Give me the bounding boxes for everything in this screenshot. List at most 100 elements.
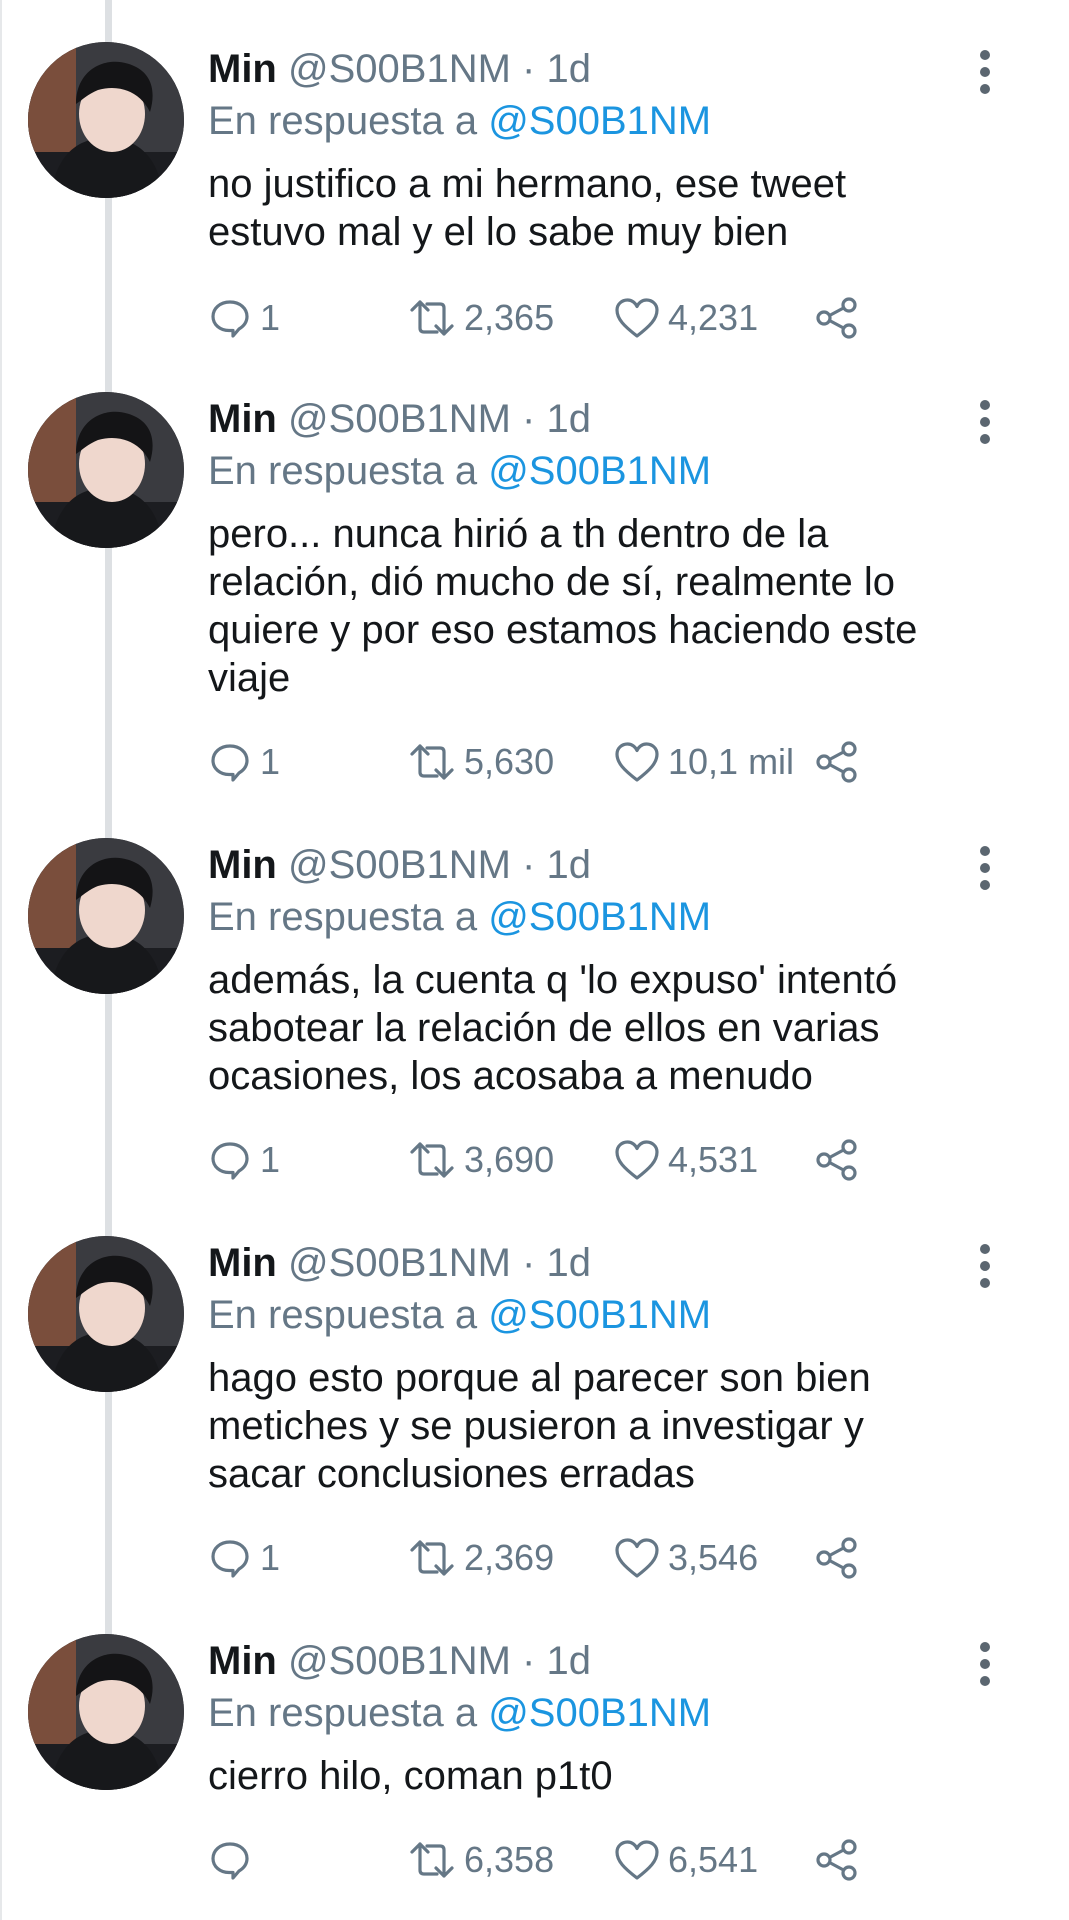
vertical-dots-menu-icon[interactable]	[970, 1642, 1000, 1686]
retweet-arrows-icon	[408, 1138, 456, 1182]
avatar[interactable]	[28, 838, 184, 994]
timestamp[interactable]: 1d	[547, 1639, 592, 1683]
retweet-count: 2,365	[464, 297, 555, 338]
author-handle[interactable]: @S00B1NM	[288, 397, 511, 441]
like-button[interactable]: 4,231	[614, 290, 758, 346]
tweet-header: Min @S00B1NM · 1d	[208, 396, 591, 442]
heart-icon	[614, 1138, 660, 1182]
timestamp[interactable]: 1d	[547, 843, 592, 887]
tweet-text: cierro hilo, coman p1t0	[208, 1752, 988, 1800]
reply-mention-link[interactable]: @S00B1NM	[488, 1293, 711, 1337]
avatar[interactable]	[28, 1634, 184, 1790]
speech-bubble-icon	[208, 740, 252, 784]
tweet-text-line: sacar conclusiones erradas	[208, 1452, 695, 1496]
reply-context: En respuesta a @S00B1NM	[208, 894, 711, 940]
tweet[interactable]: Min @S00B1NM · 1d En respuesta a @S00B1N…	[0, 796, 1069, 1194]
timestamp[interactable]: 1d	[547, 47, 592, 91]
retweet-count: 3,690	[464, 1139, 555, 1180]
tweet-text-line: viaje	[208, 656, 291, 700]
share-icon	[814, 295, 862, 341]
retweet-button[interactable]: 3,690	[408, 1132, 554, 1188]
like-count: 3,546	[668, 1537, 759, 1578]
retweet-button[interactable]: 2,369	[408, 1530, 554, 1586]
reply-mention-link[interactable]: @S00B1NM	[488, 895, 711, 939]
author-handle[interactable]: @S00B1NM	[288, 47, 511, 91]
reply-mention-link[interactable]: @S00B1NM	[488, 449, 711, 493]
tweet-actions: 1 5,630 10,1 mil	[208, 734, 888, 790]
vertical-dots-menu-icon[interactable]	[970, 400, 1000, 444]
reply-prefix: En respuesta a	[208, 1691, 478, 1735]
reply-mention-link[interactable]: @S00B1NM	[488, 1691, 711, 1735]
retweet-count: 2,369	[464, 1537, 555, 1578]
like-button[interactable]: 10,1 mil	[614, 734, 794, 790]
tweet-header: Min @S00B1NM · 1d	[208, 1638, 591, 1684]
vertical-dots-menu-icon[interactable]	[970, 1244, 1000, 1288]
timestamp[interactable]: 1d	[547, 397, 592, 441]
tweet-text-line: cierro hilo, coman p1t0	[208, 1754, 613, 1798]
avatar[interactable]	[28, 1236, 184, 1392]
heart-icon	[614, 740, 660, 784]
reply-count: 1	[260, 297, 281, 338]
tweet-text-line: ocasiones, los acosaba a menudo	[208, 1054, 813, 1098]
like-count: 6,541	[668, 1839, 759, 1880]
retweet-button[interactable]: 2,365	[408, 290, 554, 346]
tweet-text-line: metiches y se pusieron a investigar y	[208, 1404, 864, 1448]
reply-context: En respuesta a @S00B1NM	[208, 1690, 711, 1736]
reply-button[interactable]: 1	[208, 1530, 280, 1586]
like-button[interactable]: 6,541	[614, 1832, 758, 1888]
reply-prefix: En respuesta a	[208, 895, 478, 939]
share-button[interactable]	[814, 734, 862, 790]
vertical-dots-menu-icon[interactable]	[970, 846, 1000, 890]
share-button[interactable]	[814, 1832, 862, 1888]
vertical-dots-menu-icon[interactable]	[970, 50, 1000, 94]
tweet[interactable]: Min @S00B1NM · 1d En respuesta a @S00B1N…	[0, 1592, 1069, 1920]
share-button[interactable]	[814, 1530, 862, 1586]
speech-bubble-icon	[208, 1536, 252, 1580]
author-handle[interactable]: @S00B1NM	[288, 1241, 511, 1285]
tweet-header: Min @S00B1NM · 1d	[208, 842, 591, 888]
reply-prefix: En respuesta a	[208, 1293, 478, 1337]
tweet-header: Min @S00B1NM · 1d	[208, 1240, 591, 1286]
retweet-count: 6,358	[464, 1839, 555, 1880]
speech-bubble-icon	[208, 296, 252, 340]
tweet[interactable]: Min @S00B1NM · 1d En respuesta a @S00B1N…	[0, 0, 1069, 350]
reply-context: En respuesta a @S00B1NM	[208, 98, 711, 144]
tweet-text-line: pero... nunca hirió a th dentro de la	[208, 512, 829, 556]
tweet-actions: 1 3,690 4,531	[208, 1132, 888, 1188]
reply-button[interactable]: 1	[208, 290, 280, 346]
speech-bubble-icon	[208, 1138, 252, 1182]
avatar[interactable]	[28, 392, 184, 548]
heart-icon	[614, 1536, 660, 1580]
author-name[interactable]: Min	[208, 1639, 277, 1683]
tweet-text-line: además, la cuenta q 'lo expuso' intentó	[208, 958, 898, 1002]
speech-bubble-icon	[208, 1838, 252, 1882]
share-icon	[814, 1137, 862, 1183]
author-name[interactable]: Min	[208, 47, 277, 91]
reply-count: 1	[260, 1139, 281, 1180]
timestamp[interactable]: 1d	[547, 1241, 592, 1285]
retweet-arrows-icon	[408, 1838, 456, 1882]
like-count: 4,531	[668, 1139, 759, 1180]
share-button[interactable]	[814, 1132, 862, 1188]
author-name[interactable]: Min	[208, 843, 277, 887]
retweet-button[interactable]: 5,630	[408, 734, 554, 790]
reply-button[interactable]: 1	[208, 734, 280, 790]
tweet-text-line: relación, dió mucho de sí, realmente lo	[208, 560, 896, 604]
share-button[interactable]	[814, 290, 862, 346]
author-handle[interactable]: @S00B1NM	[288, 1639, 511, 1683]
reply-button[interactable]	[208, 1832, 260, 1888]
share-icon	[814, 1535, 862, 1581]
reply-mention-link[interactable]: @S00B1NM	[488, 99, 711, 143]
author-handle[interactable]: @S00B1NM	[288, 843, 511, 887]
tweet[interactable]: Min @S00B1NM · 1d En respuesta a @S00B1N…	[0, 1194, 1069, 1592]
reply-button[interactable]: 1	[208, 1132, 280, 1188]
like-button[interactable]: 3,546	[614, 1530, 758, 1586]
reply-context: En respuesta a @S00B1NM	[208, 1292, 711, 1338]
avatar[interactable]	[28, 42, 184, 198]
tweet-header: Min @S00B1NM · 1d	[208, 46, 591, 92]
author-name[interactable]: Min	[208, 397, 277, 441]
tweet[interactable]: Min @S00B1NM · 1d En respuesta a @S00B1N…	[0, 350, 1069, 796]
author-name[interactable]: Min	[208, 1241, 277, 1285]
like-button[interactable]: 4,531	[614, 1132, 758, 1188]
retweet-button[interactable]: 6,358	[408, 1832, 554, 1888]
